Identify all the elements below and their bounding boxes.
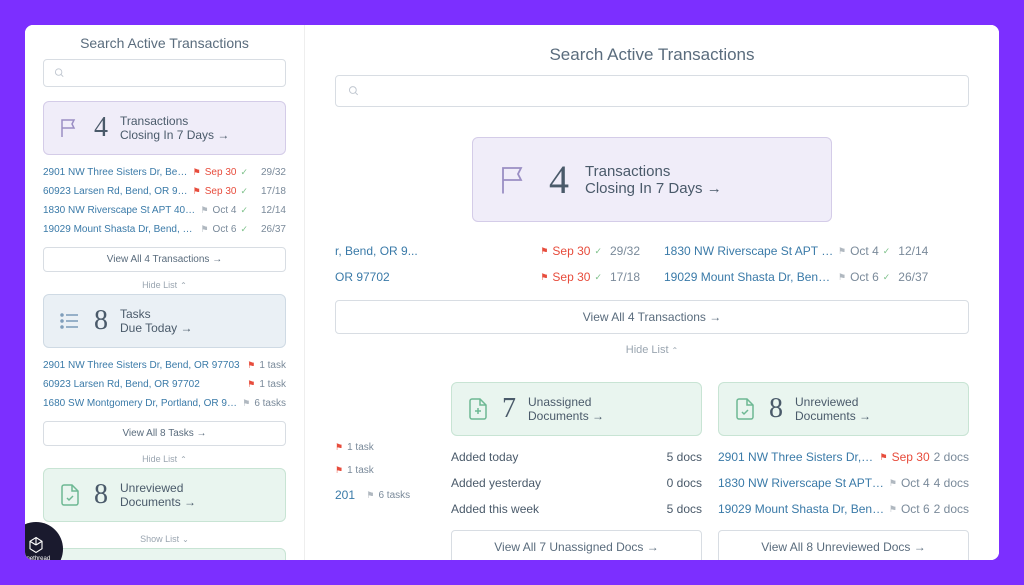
show-list-button[interactable]: Show List⌄ xyxy=(43,530,286,548)
unassigned-section: 7 Unassigned Documents → Added today5 do… xyxy=(451,382,702,560)
unassigned-card-lg[interactable]: 7 Unassigned Documents → xyxy=(451,382,702,436)
unassigned-card[interactable]: 7 Unassigned Documents → xyxy=(43,548,286,560)
list-item[interactable]: 19029 Mount Shasta Dr, Bend, OR 9...⚑Oct… xyxy=(718,496,969,522)
list-item[interactable]: 2901 NW Three Sisters Dr, Bend, ...⚑Sep … xyxy=(43,163,286,182)
transactions-card-lg[interactable]: 4 Transactions Closing In 7 Days → xyxy=(472,137,832,222)
list-item[interactable]: 19029 Mount Shasta Dr, Bend, OR 977...⚑O… xyxy=(664,264,969,290)
search-icon xyxy=(54,67,65,79)
list-item[interactable]: ⚑1 task xyxy=(335,459,435,482)
view-all-transactions-lg[interactable]: View All 4 Transactions → xyxy=(335,300,969,334)
doc-plus-icon xyxy=(466,397,490,421)
list-item[interactable]: 60923 Larsen Rd, Bend, OR 97702⚑Sep 30✓1… xyxy=(43,182,286,201)
view-all-tasks[interactable]: View All 8 Tasks → xyxy=(43,421,286,446)
list-item[interactable]: Added today5 docs xyxy=(451,444,702,470)
tasks-card[interactable]: 8 Tasks Due Today → xyxy=(43,294,286,348)
list-item[interactable]: 201 ⚑6 tasks xyxy=(335,482,435,508)
left-sidebar: Search Active Transactions 4 Transaction… xyxy=(25,25,305,560)
list-icon xyxy=(58,309,82,333)
transactions-count: 4 xyxy=(94,112,108,144)
list-item[interactable]: r, Bend, OR 9...⚑Sep 30✓29/32 xyxy=(335,238,640,264)
tasks-list: 2901 NW Three Sisters Dr, Bend, OR 97703… xyxy=(43,356,286,413)
main-content: Search Active Transactions 4 Transaction… xyxy=(305,25,999,560)
search-field[interactable] xyxy=(71,66,275,80)
doc-check-icon xyxy=(733,397,757,421)
hide-list-button[interactable]: Hide List⌃ xyxy=(335,338,969,362)
search-field-lg[interactable] xyxy=(366,84,956,98)
left-title: Search Active Transactions xyxy=(43,35,286,51)
view-all-transactions[interactable]: View All 4 Transactions → xyxy=(43,247,286,272)
list-item[interactable]: 19029 Mount Shasta Dr, Bend, OR 9...⚑Oct… xyxy=(43,220,286,239)
flag-icon xyxy=(497,162,533,198)
doc-check-icon xyxy=(58,483,82,507)
search-input[interactable] xyxy=(43,59,286,87)
cube-icon xyxy=(27,536,45,554)
list-item[interactable]: 1830 NW Riverscape St APT 402, Port...⚑O… xyxy=(664,238,969,264)
transactions-card[interactable]: 4 Transactions Closing In 7 Days → xyxy=(43,101,286,155)
list-item[interactable]: Added yesterday0 docs xyxy=(451,470,702,496)
search-input-lg[interactable] xyxy=(335,75,969,107)
tasks-partial: ⚑1 task ⚑1 task 201 ⚑6 tasks xyxy=(335,382,435,560)
view-all-unreviewed[interactable]: View All 8 Unreviewed Docs → xyxy=(718,530,969,560)
right-title: Search Active Transactions xyxy=(335,45,969,65)
unreviewed-card-lg[interactable]: 8 Unreviewed Documents → xyxy=(718,382,969,436)
search-icon xyxy=(348,85,360,97)
list-item[interactable]: 2901 NW Three Sisters Dr, Bend, OR 97703… xyxy=(43,356,286,375)
list-item[interactable]: Added this week5 docs xyxy=(451,496,702,522)
list-item[interactable]: 2901 NW Three Sisters Dr, Bend, O...⚑Sep… xyxy=(718,444,969,470)
unreviewed-card[interactable]: 8 Unreviewed Documents → xyxy=(43,468,286,522)
hide-list-button[interactable]: Hide List⌃ xyxy=(43,276,286,294)
list-item[interactable]: 1830 NW Riverscape St APT 402, P...⚑Oct … xyxy=(718,470,969,496)
list-item[interactable]: 1830 NW Riverscape St APT 402, P...⚑Oct … xyxy=(43,201,286,220)
unreviewed-section: 8 Unreviewed Documents → 2901 NW Three S… xyxy=(718,382,969,560)
hide-list-button[interactable]: Hide List⌃ xyxy=(43,450,286,468)
transactions-grid: r, Bend, OR 9...⚑Sep 30✓29/32 OR 97702⚑S… xyxy=(335,238,969,290)
list-item[interactable]: OR 97702⚑Sep 30✓17/18 xyxy=(335,264,640,290)
list-item[interactable]: 60923 Larsen Rd, Bend, OR 97702⚑1 task xyxy=(43,375,286,394)
view-all-unassigned[interactable]: View All 7 Unassigned Docs → xyxy=(451,530,702,560)
list-item[interactable]: ⚑1 task xyxy=(335,436,435,459)
transactions-list: 2901 NW Three Sisters Dr, Bend, ...⚑Sep … xyxy=(43,163,286,239)
flag-icon xyxy=(58,116,82,140)
tasks-count: 8 xyxy=(94,305,108,337)
list-item[interactable]: 1680 SW Montgomery Dr, Portland, OR 9720… xyxy=(43,394,286,413)
